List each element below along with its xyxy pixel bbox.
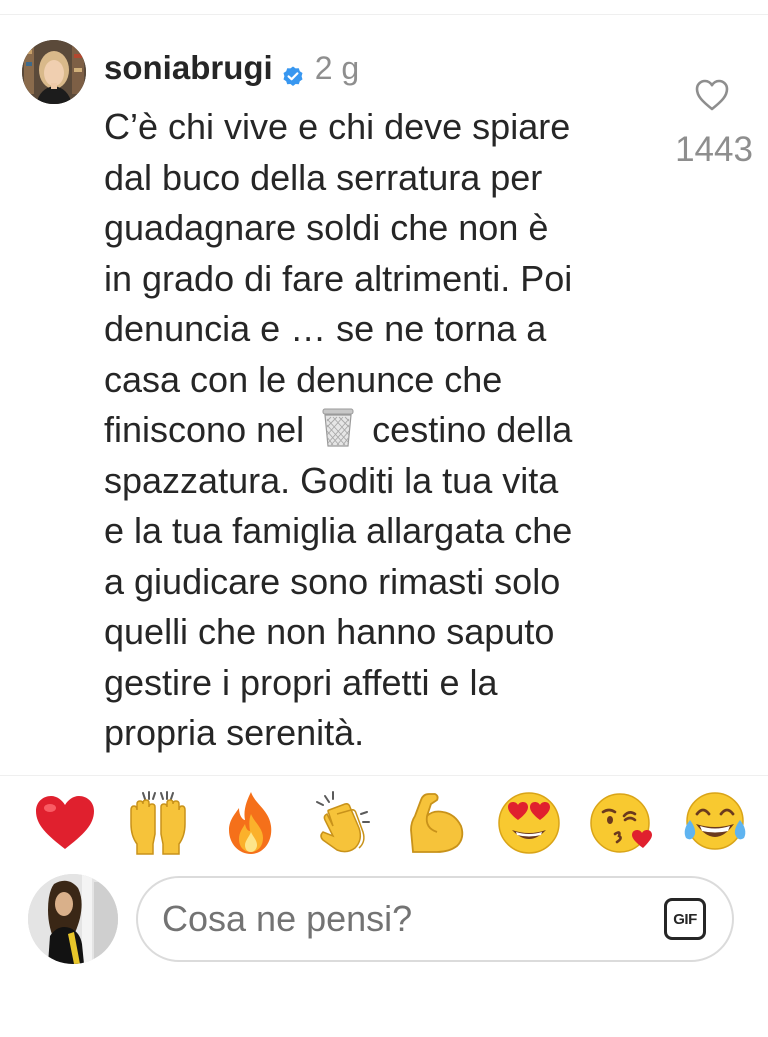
raising-hands-emoji[interactable]	[123, 788, 193, 858]
comment-input[interactable]	[162, 889, 664, 949]
heart-outline-icon[interactable]	[694, 78, 730, 112]
quick-reactions-bar	[30, 788, 750, 858]
gif-button[interactable]: GIF	[664, 898, 706, 940]
comment-timestamp: 2 g	[314, 50, 360, 86]
comment-text: C’è chi vive e chi deve spiare dal buco …	[104, 102, 664, 759]
reply-box: GIF	[136, 876, 734, 962]
comment-line: C’è chi vive e chi deve spiare	[104, 106, 571, 147]
comment-line: in grado di fare altrimenti. Poi	[104, 257, 573, 299]
comment-line: denuncia e … se ne torna a	[104, 308, 547, 349]
tears-of-joy-emoji[interactable]	[680, 788, 750, 858]
comment-line-part: cestino della	[372, 409, 573, 450]
comment-line: propria serenità.	[104, 712, 365, 753]
reaction-divider	[0, 775, 768, 776]
red-heart-emoji[interactable]	[30, 788, 100, 858]
top-divider	[0, 14, 768, 15]
comment-line-with-icon: finiscono nel cestino della	[104, 405, 664, 456]
comment-line: quelli che non hanno saputo	[104, 611, 555, 652]
comment-line: spazzatura. Goditi la tua vita	[104, 459, 559, 501]
like-count: 1443	[675, 130, 753, 169]
verified-badge-icon	[281, 56, 305, 86]
comment-line: gestire i propri affetti e la	[104, 661, 498, 703]
flexed-biceps-emoji[interactable]	[401, 788, 471, 858]
fire-emoji[interactable]	[216, 788, 286, 858]
heart-eyes-emoji[interactable]	[494, 788, 564, 858]
comment-line: casa con le denunce che	[104, 358, 503, 400]
wastebasket-icon	[318, 406, 358, 448]
comment-username[interactable]: soniabrugi	[104, 46, 273, 90]
comment-line: e la tua famiglia allargata che	[104, 510, 573, 551]
current-user-avatar[interactable]	[28, 874, 118, 964]
comment-line: a giudicare sono rimasti solo	[104, 560, 561, 602]
comment-author-avatar[interactable]	[22, 40, 86, 104]
comment-line: dal buco della serratura per	[104, 156, 543, 198]
comment-line: guadagnare soldi che non è	[104, 207, 549, 248]
clapping-hands-emoji[interactable]	[309, 788, 379, 858]
comment-line-part: finiscono nel	[104, 409, 305, 450]
comment-header: soniabrugi 2 g	[104, 46, 359, 90]
face-blowing-kiss-emoji[interactable]	[587, 788, 657, 858]
